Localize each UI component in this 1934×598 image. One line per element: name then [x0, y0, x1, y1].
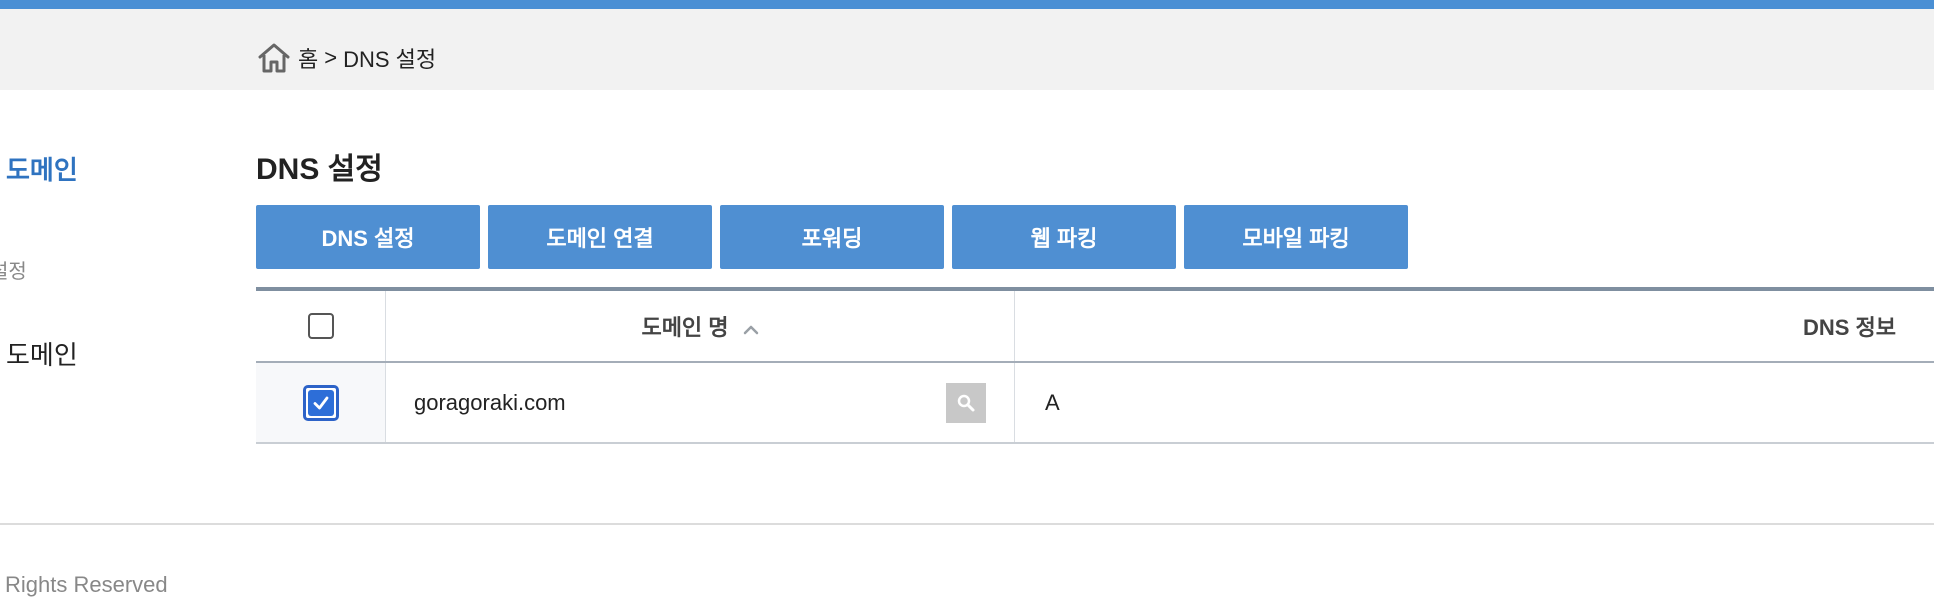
- top-accent-line: [0, 0, 1934, 9]
- header-domain-label: 도메인 명: [641, 315, 729, 340]
- breadcrumb-current: DNS 설정: [343, 47, 437, 72]
- tab-web-parking[interactable]: 웹 파킹: [952, 205, 1176, 269]
- breadcrumb: 홈 > DNS 설정: [256, 39, 436, 77]
- breadcrumb-bar: 홈 > DNS 설정: [0, 9, 1934, 90]
- row-domain-name: goragoraki.com: [414, 389, 566, 415]
- footer-divider: [0, 523, 1934, 525]
- row-domain-cell: goragoraki.com: [386, 363, 1015, 442]
- tab-dns-settings[interactable]: DNS 설정: [256, 205, 480, 269]
- header-domain-cell[interactable]: 도메인 명: [386, 291, 1015, 361]
- row-dns-cell: A: [1015, 363, 1934, 442]
- header-dns-label: DNS 정보: [1802, 315, 1896, 340]
- sidebar-sub-label[interactable]: 설정: [0, 255, 27, 284]
- footer-copyright: l Rights Reserved: [0, 572, 168, 597]
- page-title: DNS 설정: [256, 153, 383, 186]
- sidebar-title[interactable]: 도메인: [6, 150, 78, 187]
- home-icon[interactable]: [256, 40, 292, 76]
- tab-bar: DNS 설정 도메인 연결 포워딩 웹 파킹 모바일 파킹: [256, 205, 1416, 269]
- select-all-checkbox[interactable]: [307, 313, 334, 339]
- table-row: goragoraki.com A: [256, 363, 1934, 444]
- tab-forwarding[interactable]: 포워딩: [720, 205, 944, 269]
- tab-domain-connect[interactable]: 도메인 연결: [488, 205, 712, 269]
- tab-mobile-parking[interactable]: 모바일 파킹: [1184, 205, 1408, 269]
- header-check-cell: [256, 291, 386, 361]
- sidebar-item-domain[interactable]: 도메인: [6, 335, 78, 372]
- sort-ascending-icon[interactable]: [743, 323, 759, 335]
- row-checkbox[interactable]: [302, 384, 339, 421]
- domain-search-button[interactable]: [946, 382, 986, 423]
- search-icon: [957, 394, 975, 411]
- row-check-cell: [256, 363, 386, 442]
- breadcrumb-home-link[interactable]: 홈: [298, 42, 318, 74]
- domain-table: 도메인 명 DNS 정보 goragoraki.com A: [256, 287, 1934, 444]
- header-dns-cell: DNS 정보: [1015, 291, 1934, 361]
- checkbox-fill: [307, 389, 334, 416]
- breadcrumb-separator: >: [324, 45, 338, 70]
- row-dns-value: A: [1045, 389, 1060, 415]
- table-header-row: 도메인 명 DNS 정보: [256, 291, 1934, 363]
- checkmark-icon: [313, 396, 328, 409]
